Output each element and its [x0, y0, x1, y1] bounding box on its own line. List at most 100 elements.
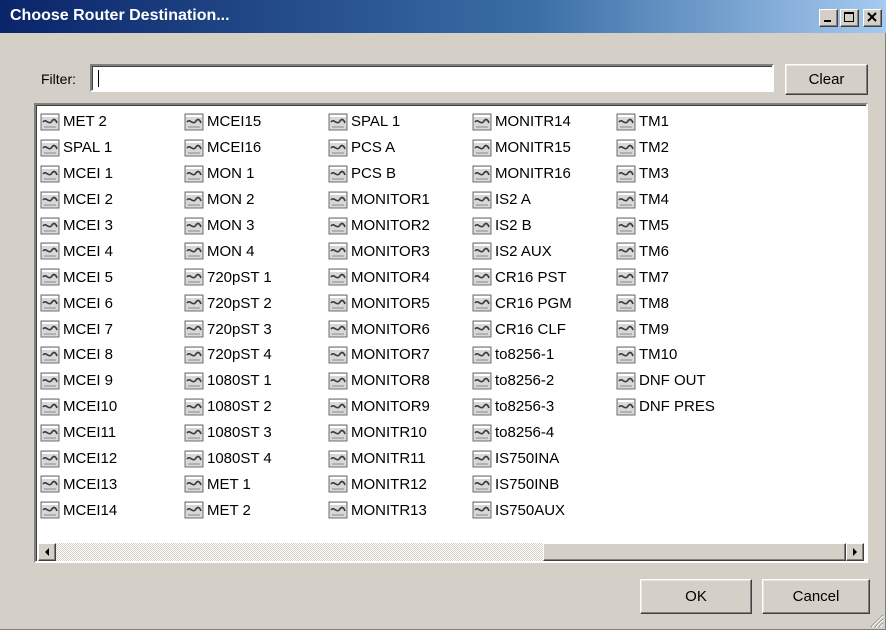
list-item[interactable]: MET 2	[40, 109, 117, 135]
list-item[interactable]: MCEI 3	[40, 213, 117, 239]
list-item[interactable]: MONITOR9	[328, 394, 430, 420]
list-item[interactable]: IS750INA	[472, 446, 572, 472]
list-item[interactable]: SPAL 1	[328, 109, 430, 135]
list-item[interactable]: MCEI16	[184, 135, 272, 161]
list-item[interactable]: MONITOR3	[328, 238, 430, 264]
list-item[interactable]: 720pST 1	[184, 264, 272, 290]
list-item[interactable]: MONITR14	[472, 109, 572, 135]
list-item[interactable]: PCS B	[328, 161, 430, 187]
list-item[interactable]: MCEI10	[40, 394, 117, 420]
list-item[interactable]: MONITR16	[472, 161, 572, 187]
list-item[interactable]: CR16 CLF	[472, 316, 572, 342]
clear-button[interactable]: Clear	[785, 64, 868, 95]
list-column: MONITR14 MONITR15 MONITR16 IS2 A IS2 B IS2 AU…	[472, 109, 572, 523]
list-item[interactable]: MCEI 6	[40, 290, 117, 316]
horizontal-scrollbar[interactable]	[38, 543, 864, 561]
list-item[interactable]: 1080ST 4	[184, 446, 272, 472]
close-button[interactable]	[863, 9, 882, 27]
destination-list[interactable]: MET 2 SPAL 1 MCEI 1 MCEI 2 MCEI 3 MCEI 4 MCEI …	[34, 103, 868, 563]
list-item-label: TM5	[639, 217, 669, 234]
list-item[interactable]: MCEI14	[40, 497, 117, 523]
list-item[interactable]: to8256-4	[472, 420, 572, 446]
list-item[interactable]: to8256-2	[472, 368, 572, 394]
list-column: MET 2 SPAL 1 MCEI 1 MCEI 2 MCEI 3 MCEI 4 MCEI …	[40, 109, 117, 523]
list-item[interactable]: TM4	[616, 187, 715, 213]
scrollbar-thumb[interactable]	[543, 543, 846, 561]
resize-grip-icon[interactable]	[868, 612, 884, 628]
list-item[interactable]: MONITOR2	[328, 213, 430, 239]
list-item[interactable]: MONITR10	[328, 420, 430, 446]
list-item[interactable]: MON 2	[184, 187, 272, 213]
list-item[interactable]: TM5	[616, 213, 715, 239]
list-item[interactable]: MONITOR8	[328, 368, 430, 394]
list-item[interactable]: TM1	[616, 109, 715, 135]
list-item[interactable]: MONITOR7	[328, 342, 430, 368]
list-item[interactable]: IS2 B	[472, 213, 572, 239]
router-destination-icon	[184, 450, 204, 468]
list-item[interactable]: TM9	[616, 316, 715, 342]
list-item[interactable]: MONITR12	[328, 471, 430, 497]
list-item-label: PCS A	[351, 139, 396, 157]
list-item[interactable]: CR16 PST	[472, 264, 572, 290]
list-item[interactable]: MCEI 5	[40, 264, 117, 290]
list-item[interactable]: IS2 AUX	[472, 238, 572, 264]
list-item[interactable]: TM2	[616, 135, 715, 161]
list-item[interactable]: DNF PRES	[616, 394, 715, 420]
list-item[interactable]: SPAL 1	[40, 135, 117, 161]
scroll-right-button[interactable]	[846, 543, 864, 561]
list-item[interactable]: IS2 A	[472, 187, 572, 213]
list-item[interactable]: TM3	[616, 161, 715, 187]
list-item-label: 1080ST 3	[207, 424, 272, 442]
list-item[interactable]: 1080ST 3	[184, 420, 272, 446]
list-item[interactable]: 1080ST 2	[184, 394, 272, 420]
list-item[interactable]: MON 4	[184, 238, 272, 264]
list-item[interactable]: 1080ST 1	[184, 368, 272, 394]
list-item[interactable]: MONITR13	[328, 497, 430, 523]
list-item[interactable]: MCEI 1	[40, 161, 117, 187]
list-item[interactable]: MCEI15	[184, 109, 272, 135]
list-item[interactable]: 720pST 3	[184, 316, 272, 342]
list-item[interactable]: MONITR15	[472, 135, 572, 161]
router-destination-icon	[184, 501, 204, 519]
list-item[interactable]: IS750INB	[472, 471, 572, 497]
list-item[interactable]: IS750AUX	[472, 497, 572, 523]
list-item[interactable]: MCEI 9	[40, 368, 117, 394]
minimize-button[interactable]	[819, 9, 838, 27]
list-item[interactable]: to8256-1	[472, 342, 572, 368]
list-item[interactable]: to8256-3	[472, 394, 572, 420]
list-item[interactable]: MONITOR1	[328, 187, 430, 213]
list-item[interactable]: MCEI11	[40, 420, 117, 446]
list-item[interactable]: TM10	[616, 342, 715, 368]
list-item[interactable]: MCEI12	[40, 446, 117, 472]
list-item[interactable]: MCEI 7	[40, 316, 117, 342]
list-item[interactable]: TM7	[616, 264, 715, 290]
list-item-label: MONITOR2	[351, 217, 430, 234]
list-item[interactable]: MONITOR6	[328, 316, 430, 342]
filter-input[interactable]	[90, 64, 774, 92]
list-item[interactable]: MONITOR4	[328, 264, 430, 290]
scroll-left-button[interactable]	[38, 543, 56, 561]
list-item[interactable]: MON 3	[184, 213, 272, 239]
list-item[interactable]: MCEI13	[40, 471, 117, 497]
router-destination-icon	[40, 242, 60, 260]
list-item[interactable]: PCS A	[328, 135, 430, 161]
cancel-button[interactable]: Cancel	[762, 579, 870, 614]
list-item[interactable]: MET 2	[184, 497, 272, 523]
router-destination-icon	[472, 139, 492, 157]
list-item[interactable]: TM6	[616, 238, 715, 264]
list-item[interactable]: MET 1	[184, 471, 272, 497]
list-item[interactable]: 720pST 4	[184, 342, 272, 368]
ok-button[interactable]: OK	[640, 579, 752, 614]
maximize-button[interactable]	[840, 9, 859, 27]
list-item[interactable]: MCEI 8	[40, 342, 117, 368]
list-item[interactable]: MCEI 2	[40, 187, 117, 213]
list-item[interactable]: 720pST 2	[184, 290, 272, 316]
list-item[interactable]: TM8	[616, 290, 715, 316]
list-item[interactable]: DNF OUT	[616, 368, 715, 394]
title-bar[interactable]: Choose Router Destination...	[0, 0, 886, 33]
list-item[interactable]: CR16 PGM	[472, 290, 572, 316]
list-item[interactable]: MONITOR5	[328, 290, 430, 316]
list-item[interactable]: MCEI 4	[40, 238, 117, 264]
list-item[interactable]: MONITR11	[328, 446, 430, 472]
list-item[interactable]: MON 1	[184, 161, 272, 187]
